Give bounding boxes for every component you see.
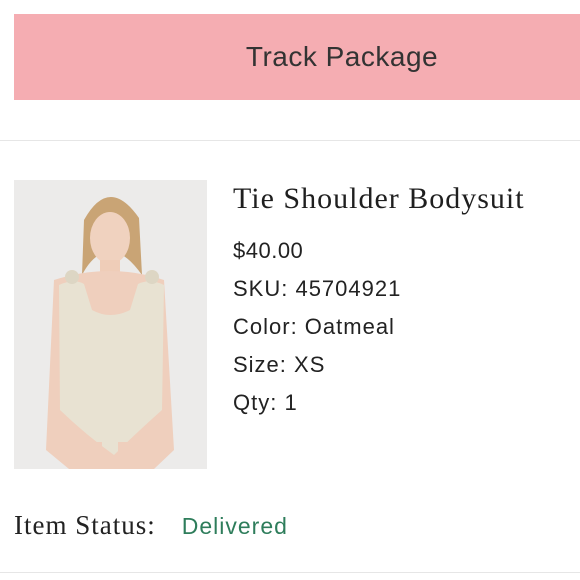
product-price: $40.00 (233, 238, 304, 263)
item-status: Item Status: Delivered (14, 510, 288, 541)
product-image[interactable] (14, 180, 207, 469)
product-color: Color: Oatmeal (233, 314, 395, 339)
product-qty: Qty: 1 (233, 390, 298, 415)
model-photo-icon (14, 180, 207, 469)
product-size: Size: XS (233, 352, 326, 377)
product-sku: SKU: 45704921 (233, 276, 402, 301)
track-package-label: Track Package (245, 41, 439, 72)
top-divider (0, 140, 580, 141)
item-status-label: Item Status: (14, 510, 156, 540)
item-status-value: Delivered (181, 513, 288, 539)
track-package-button[interactable]: Track Package (14, 14, 580, 100)
product-title[interactable]: Tie Shoulder Bodysuit (233, 182, 573, 216)
bottom-divider (0, 572, 580, 573)
product-info: Tie Shoulder Bodysuit $40.00 SKU: 457049… (233, 180, 573, 416)
